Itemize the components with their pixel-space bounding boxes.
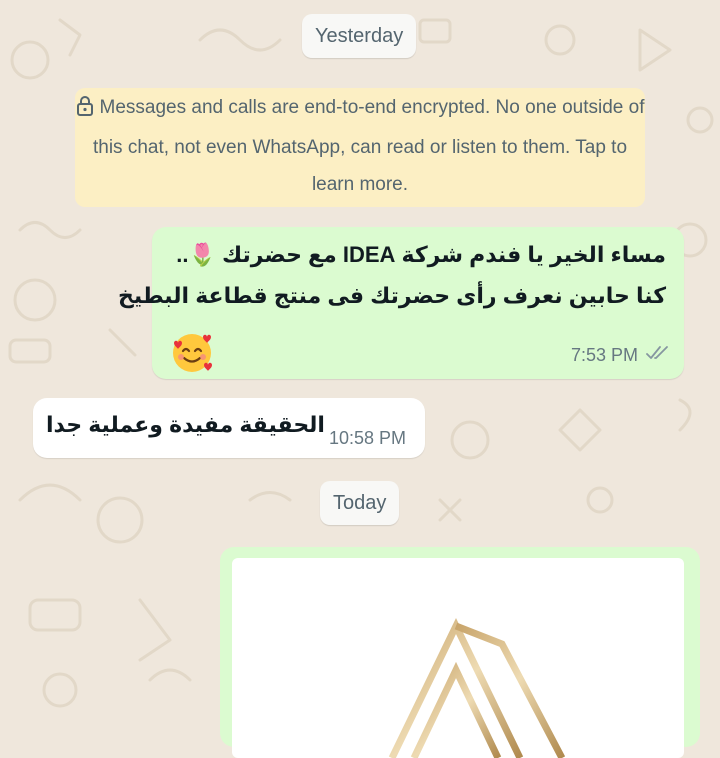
smiling-face-with-hearts-emoji bbox=[170, 331, 214, 380]
lock-icon bbox=[76, 92, 94, 129]
message-text-line: مساء الخير يا فندم شركة IDEA مع حضرتك 🌷.… bbox=[176, 242, 666, 267]
message-outgoing[interactable]: مساء الخير يا فندم شركة IDEA مع حضرتك 🌷.… bbox=[118, 227, 684, 380]
message-text-line: كنا حابين نعرف رأى حضرتك فى منتج قطاعة ا… bbox=[118, 283, 666, 308]
encryption-notice[interactable]: Messages and calls are end-to-end encryp… bbox=[75, 88, 645, 207]
double-check-icon bbox=[646, 345, 672, 366]
message-text: الحقيقة مفيدة وعملية جدا bbox=[46, 412, 325, 437]
gold-logo-image[interactable] bbox=[232, 558, 684, 758]
date-chip-yesterday: Yesterday bbox=[302, 14, 417, 58]
message-time: 7:53 PM bbox=[570, 345, 638, 365]
message-image-outgoing[interactable] bbox=[220, 547, 700, 758]
encryption-notice-text: Messages and calls are end-to-end encryp… bbox=[92, 97, 645, 195]
message-time: 10:58 PM bbox=[329, 428, 407, 448]
message-incoming[interactable]: الحقيقة مفيدة وعملية جدا 10:58 PM bbox=[33, 398, 425, 458]
message-meta: 7:53 PM bbox=[571, 345, 672, 366]
date-chip-today: Today bbox=[320, 481, 400, 525]
